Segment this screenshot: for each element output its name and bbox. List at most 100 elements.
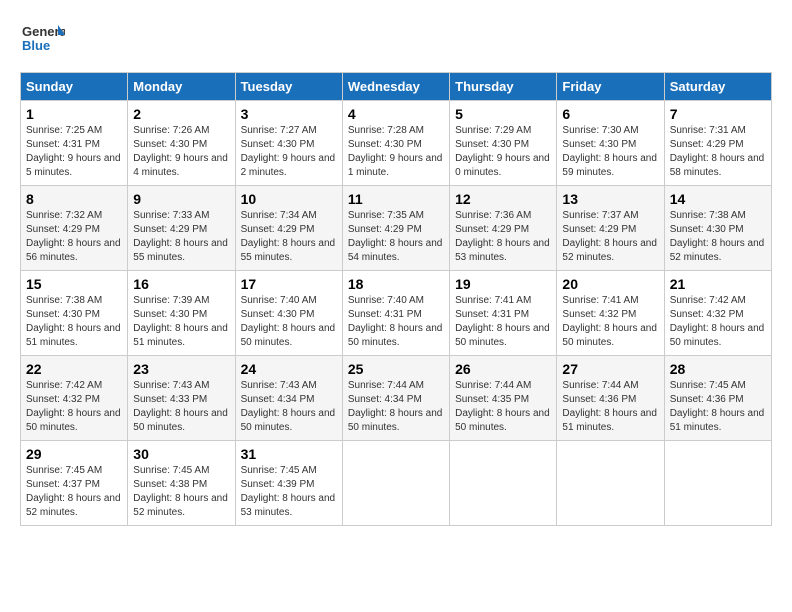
sunrise-time: Sunrise: 7:30 AM xyxy=(562,125,638,136)
calendar-cell: 15 Sunrise: 7:38 AM Sunset: 4:30 PM Dayl… xyxy=(21,271,128,356)
calendar-cell: 10 Sunrise: 7:34 AM Sunset: 4:29 PM Dayl… xyxy=(235,186,342,271)
sunset-time: Sunset: 4:32 PM xyxy=(670,309,744,320)
sunrise-time: Sunrise: 7:32 AM xyxy=(26,210,102,221)
day-number: 18 xyxy=(348,276,444,292)
sunrise-time: Sunrise: 7:43 AM xyxy=(133,380,209,391)
day-info: Sunrise: 7:41 AM Sunset: 4:31 PM Dayligh… xyxy=(455,294,551,350)
sunrise-time: Sunrise: 7:25 AM xyxy=(26,125,102,136)
calendar-cell: 13 Sunrise: 7:37 AM Sunset: 4:29 PM Dayl… xyxy=(557,186,664,271)
calendar-cell: 1 Sunrise: 7:25 AM Sunset: 4:31 PM Dayli… xyxy=(21,101,128,186)
sunrise-time: Sunrise: 7:44 AM xyxy=(455,380,531,391)
day-info: Sunrise: 7:25 AM Sunset: 4:31 PM Dayligh… xyxy=(26,124,122,180)
calendar-cell: 3 Sunrise: 7:27 AM Sunset: 4:30 PM Dayli… xyxy=(235,101,342,186)
header-monday: Monday xyxy=(128,73,235,101)
sunrise-time: Sunrise: 7:39 AM xyxy=(133,295,209,306)
sunset-time: Sunset: 4:29 PM xyxy=(26,224,100,235)
calendar-cell: 2 Sunrise: 7:26 AM Sunset: 4:30 PM Dayli… xyxy=(128,101,235,186)
calendar-cell: 29 Sunrise: 7:45 AM Sunset: 4:37 PM Dayl… xyxy=(21,441,128,526)
sunrise-time: Sunrise: 7:42 AM xyxy=(670,295,746,306)
sunrise-time: Sunrise: 7:42 AM xyxy=(26,380,102,391)
sunrise-time: Sunrise: 7:33 AM xyxy=(133,210,209,221)
sunset-time: Sunset: 4:30 PM xyxy=(455,139,529,150)
daylight-hours: Daylight: 8 hours and 50 minutes. xyxy=(26,408,121,433)
day-number: 29 xyxy=(26,446,122,462)
daylight-hours: Daylight: 8 hours and 50 minutes. xyxy=(348,408,443,433)
calendar-week-row: 22 Sunrise: 7:42 AM Sunset: 4:32 PM Dayl… xyxy=(21,356,772,441)
daylight-hours: Daylight: 8 hours and 50 minutes. xyxy=(241,408,336,433)
day-number: 13 xyxy=(562,191,658,207)
daylight-hours: Daylight: 8 hours and 56 minutes. xyxy=(26,238,121,263)
sunrise-time: Sunrise: 7:31 AM xyxy=(670,125,746,136)
day-info: Sunrise: 7:38 AM Sunset: 4:30 PM Dayligh… xyxy=(26,294,122,350)
sunrise-time: Sunrise: 7:29 AM xyxy=(455,125,531,136)
calendar-cell: 25 Sunrise: 7:44 AM Sunset: 4:34 PM Dayl… xyxy=(342,356,449,441)
day-number: 16 xyxy=(133,276,229,292)
daylight-hours: Daylight: 8 hours and 52 minutes. xyxy=(133,493,228,518)
sunset-time: Sunset: 4:29 PM xyxy=(348,224,422,235)
calendar-cell: 17 Sunrise: 7:40 AM Sunset: 4:30 PM Dayl… xyxy=(235,271,342,356)
day-number: 27 xyxy=(562,361,658,377)
day-info: Sunrise: 7:44 AM Sunset: 4:36 PM Dayligh… xyxy=(562,379,658,435)
daylight-hours: Daylight: 9 hours and 2 minutes. xyxy=(241,153,336,178)
day-number: 22 xyxy=(26,361,122,377)
logo-blue-text: Blue xyxy=(22,38,50,53)
day-number: 21 xyxy=(670,276,766,292)
calendar-header-row: Sunday Monday Tuesday Wednesday Thursday… xyxy=(21,73,772,101)
day-info: Sunrise: 7:34 AM Sunset: 4:29 PM Dayligh… xyxy=(241,209,337,265)
daylight-hours: Daylight: 9 hours and 4 minutes. xyxy=(133,153,228,178)
sunrise-time: Sunrise: 7:44 AM xyxy=(348,380,424,391)
sunset-time: Sunset: 4:30 PM xyxy=(26,309,100,320)
sunrise-time: Sunrise: 7:37 AM xyxy=(562,210,638,221)
sunset-time: Sunset: 4:37 PM xyxy=(26,479,100,490)
daylight-hours: Daylight: 8 hours and 51 minutes. xyxy=(670,408,765,433)
daylight-hours: Daylight: 9 hours and 1 minute. xyxy=(348,153,443,178)
day-number: 11 xyxy=(348,191,444,207)
day-info: Sunrise: 7:32 AM Sunset: 4:29 PM Dayligh… xyxy=(26,209,122,265)
daylight-hours: Daylight: 8 hours and 50 minutes. xyxy=(670,323,765,348)
sunset-time: Sunset: 4:30 PM xyxy=(133,309,207,320)
calendar-cell: 30 Sunrise: 7:45 AM Sunset: 4:38 PM Dayl… xyxy=(128,441,235,526)
calendar-cell: 22 Sunrise: 7:42 AM Sunset: 4:32 PM Dayl… xyxy=(21,356,128,441)
daylight-hours: Daylight: 8 hours and 55 minutes. xyxy=(241,238,336,263)
daylight-hours: Daylight: 8 hours and 53 minutes. xyxy=(455,238,550,263)
day-number: 15 xyxy=(26,276,122,292)
calendar-cell: 18 Sunrise: 7:40 AM Sunset: 4:31 PM Dayl… xyxy=(342,271,449,356)
day-info: Sunrise: 7:30 AM Sunset: 4:30 PM Dayligh… xyxy=(562,124,658,180)
daylight-hours: Daylight: 8 hours and 58 minutes. xyxy=(670,153,765,178)
day-info: Sunrise: 7:42 AM Sunset: 4:32 PM Dayligh… xyxy=(26,379,122,435)
sunset-time: Sunset: 4:31 PM xyxy=(455,309,529,320)
daylight-hours: Daylight: 8 hours and 50 minutes. xyxy=(562,323,657,348)
sunrise-time: Sunrise: 7:35 AM xyxy=(348,210,424,221)
day-info: Sunrise: 7:27 AM Sunset: 4:30 PM Dayligh… xyxy=(241,124,337,180)
day-info: Sunrise: 7:37 AM Sunset: 4:29 PM Dayligh… xyxy=(562,209,658,265)
sunset-time: Sunset: 4:30 PM xyxy=(348,139,422,150)
day-number: 9 xyxy=(133,191,229,207)
sunset-time: Sunset: 4:34 PM xyxy=(241,394,315,405)
sunset-time: Sunset: 4:31 PM xyxy=(348,309,422,320)
page-header: General Blue xyxy=(20,20,772,62)
calendar-cell: 19 Sunrise: 7:41 AM Sunset: 4:31 PM Dayl… xyxy=(450,271,557,356)
sunset-time: Sunset: 4:29 PM xyxy=(562,224,636,235)
sunset-time: Sunset: 4:29 PM xyxy=(455,224,529,235)
calendar-cell: 31 Sunrise: 7:45 AM Sunset: 4:39 PM Dayl… xyxy=(235,441,342,526)
sunrise-time: Sunrise: 7:45 AM xyxy=(670,380,746,391)
day-number: 2 xyxy=(133,106,229,122)
sunrise-time: Sunrise: 7:41 AM xyxy=(455,295,531,306)
calendar-cell: 6 Sunrise: 7:30 AM Sunset: 4:30 PM Dayli… xyxy=(557,101,664,186)
day-info: Sunrise: 7:31 AM Sunset: 4:29 PM Dayligh… xyxy=(670,124,766,180)
day-number: 12 xyxy=(455,191,551,207)
sunrise-time: Sunrise: 7:45 AM xyxy=(133,465,209,476)
daylight-hours: Daylight: 8 hours and 59 minutes. xyxy=(562,153,657,178)
daylight-hours: Daylight: 8 hours and 50 minutes. xyxy=(455,323,550,348)
day-info: Sunrise: 7:45 AM Sunset: 4:37 PM Dayligh… xyxy=(26,464,122,520)
calendar-cell: 23 Sunrise: 7:43 AM Sunset: 4:33 PM Dayl… xyxy=(128,356,235,441)
calendar-cell: 21 Sunrise: 7:42 AM Sunset: 4:32 PM Dayl… xyxy=(664,271,771,356)
day-number: 28 xyxy=(670,361,766,377)
daylight-hours: Daylight: 8 hours and 52 minutes. xyxy=(562,238,657,263)
day-info: Sunrise: 7:45 AM Sunset: 4:36 PM Dayligh… xyxy=(670,379,766,435)
day-info: Sunrise: 7:44 AM Sunset: 4:35 PM Dayligh… xyxy=(455,379,551,435)
day-info: Sunrise: 7:39 AM Sunset: 4:30 PM Dayligh… xyxy=(133,294,229,350)
daylight-hours: Daylight: 8 hours and 51 minutes. xyxy=(26,323,121,348)
calendar-cell: 11 Sunrise: 7:35 AM Sunset: 4:29 PM Dayl… xyxy=(342,186,449,271)
calendar-week-row: 8 Sunrise: 7:32 AM Sunset: 4:29 PM Dayli… xyxy=(21,186,772,271)
